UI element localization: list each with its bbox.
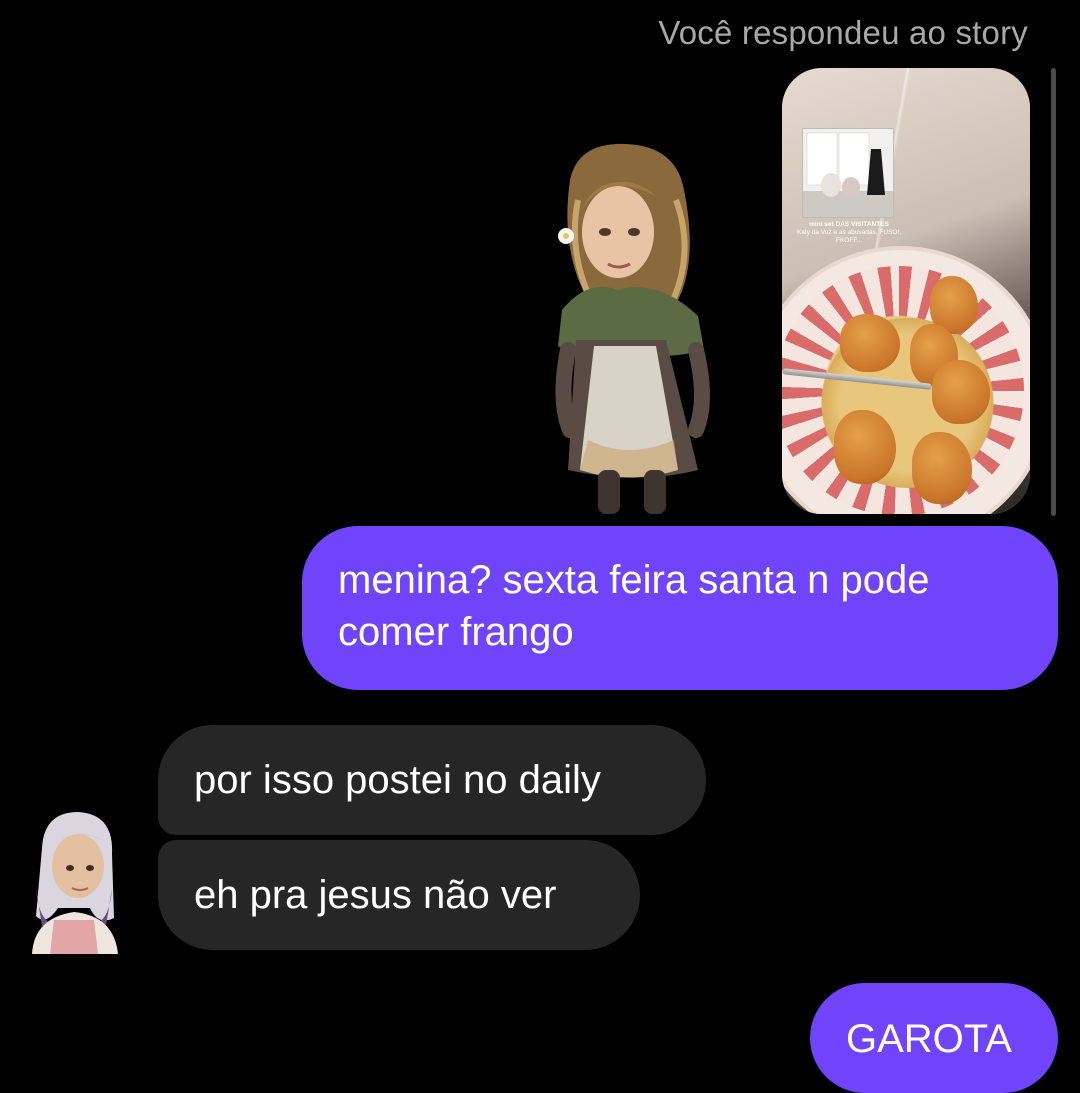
message-bubble-sent[interactable]: GAROTA — [810, 983, 1058, 1093]
message-bubble-sent[interactable]: menina? sexta feira santa n pode comer f… — [302, 526, 1058, 690]
message-bubble-received[interactable]: eh pra jesus não ver — [158, 840, 640, 950]
contact-avatar[interactable] — [28, 808, 120, 954]
nugget — [834, 410, 896, 484]
message-text: por isso postei no daily — [194, 758, 601, 802]
character-sticker[interactable] — [548, 140, 718, 520]
reply-label: Você respondeu ao story — [658, 14, 1028, 51]
nugget — [912, 432, 972, 504]
message-text: eh pra jesus não ver — [194, 873, 557, 917]
nugget — [932, 360, 990, 424]
message-bubble-received[interactable]: por isso postei no daily — [158, 725, 706, 835]
nugget — [840, 314, 900, 372]
scroll-indicator[interactable] — [1051, 68, 1056, 516]
story-thumbnail[interactable]: mini set DAS VISITANTES Katy da Voz e as… — [782, 68, 1030, 514]
message-text: GAROTA — [846, 1017, 1012, 1061]
story-mini-photo — [802, 128, 894, 218]
story-mini-caption-title: mini set DAS VISITANTES — [809, 221, 889, 228]
story-mini-caption: mini set DAS VISITANTES Katy da Voz e as… — [794, 221, 904, 245]
story-mini-caption-body: Katy da Voz e as abusadas, FUSO!, FKOFF.… — [796, 229, 902, 244]
message-text: menina? sexta feira santa n pode comer f… — [338, 558, 930, 654]
